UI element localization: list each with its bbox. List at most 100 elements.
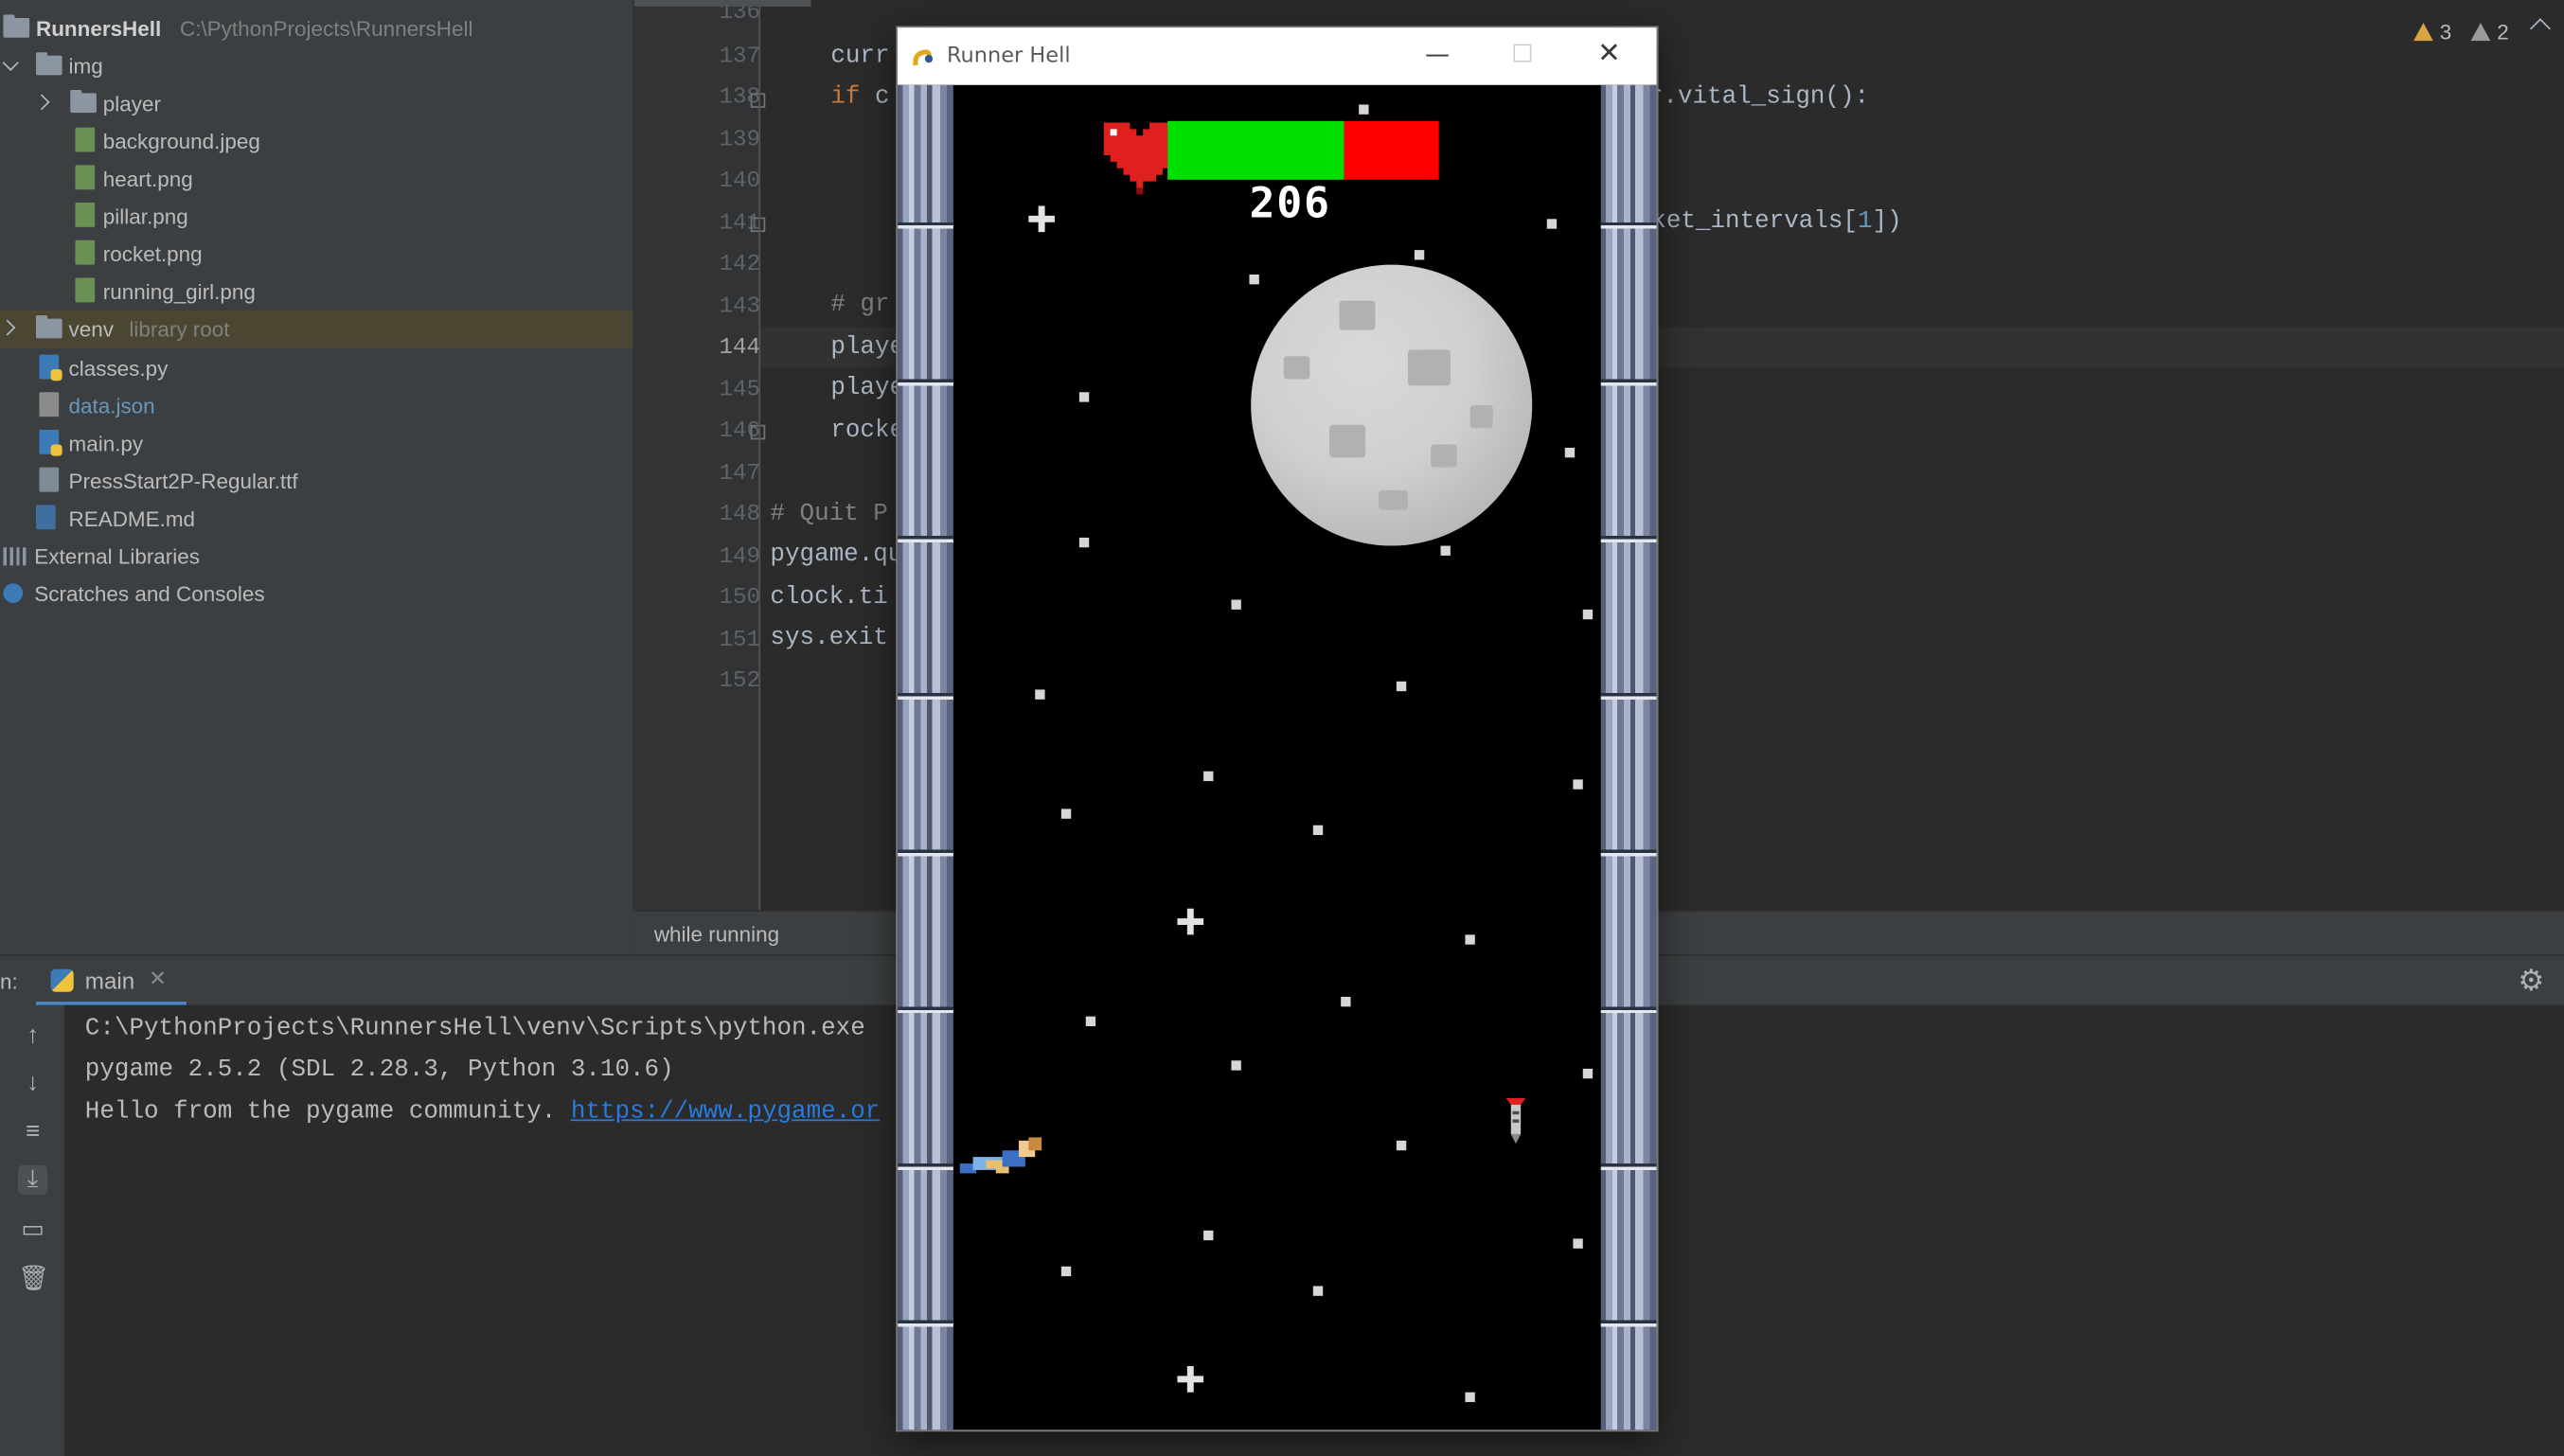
line-number: 139 — [719, 127, 761, 154]
star — [1341, 996, 1351, 1007]
moon-crater — [1283, 356, 1310, 380]
tree-item-classes[interactable]: classes.py — [0, 349, 632, 387]
tree-item-heart[interactable]: heart.png — [0, 160, 632, 198]
trash-icon[interactable]: 🗑 — [18, 1265, 49, 1294]
tree-item-label: README.md — [68, 506, 196, 531]
warnings-indicator[interactable]: 3 — [2413, 20, 2451, 44]
python-file-icon — [39, 429, 62, 456]
console-line: pygame 2.5.2 (SDL 2.28.3, Python 3.10.6) — [84, 1056, 674, 1084]
weak-warning-icon — [2470, 23, 2491, 42]
markdown-file-icon — [35, 505, 56, 530]
tree-item-main[interactable]: main.py — [0, 425, 632, 463]
tree-item-label: data.json — [68, 394, 155, 418]
gear-icon[interactable]: ⚙ — [2518, 964, 2544, 998]
star — [1203, 771, 1214, 782]
tree-item-running-girl[interactable]: running_girl.png — [0, 273, 632, 311]
json-file-icon — [39, 392, 60, 417]
star — [1085, 1016, 1096, 1027]
tree-item-label: main.py — [68, 431, 144, 456]
weak-warnings-indicator[interactable]: 2 — [2470, 19, 2509, 44]
star — [1546, 219, 1558, 229]
chevron-right-icon[interactable] — [0, 319, 16, 336]
game-window[interactable]: Runner Hell — ☐ ✕ 206 — [896, 26, 1659, 1432]
tree-item-readme[interactable]: README.md — [0, 500, 632, 538]
star — [1359, 104, 1369, 115]
tree-item-scratches[interactable]: Scratches and Consoles — [0, 576, 632, 613]
moon-crater — [1431, 444, 1457, 468]
code-line-148: # Quit P — [770, 500, 888, 528]
tree-item-venv[interactable]: venv library root — [0, 310, 633, 348]
star — [1582, 609, 1594, 620]
tree-item-img[interactable]: img — [0, 47, 632, 85]
image-file-icon — [75, 165, 96, 190]
code-line-145: playe — [830, 374, 905, 402]
close-tab-icon[interactable]: ✕ — [149, 966, 167, 992]
arrow-down-icon[interactable]: ↓ — [18, 1069, 47, 1098]
moon — [1251, 264, 1533, 546]
star — [1573, 779, 1583, 790]
tree-item-rocket[interactable]: rocket.png — [0, 236, 632, 274]
line-number: 152 — [719, 667, 761, 695]
chevron-right-icon[interactable] — [33, 94, 50, 111]
code-line-137: curr — [830, 42, 890, 71]
maximize-button[interactable]: ☐ — [1485, 27, 1559, 80]
breadcrumb-item[interactable]: while running — [654, 922, 779, 947]
tree-item-label: background.jpeg — [102, 129, 260, 154]
line-number: 141 — [719, 210, 761, 238]
console-line: C:\PythonProjects\RunnersHell\venv\Scrip… — [84, 1014, 865, 1043]
code-line-138: if c — [830, 83, 889, 111]
code-number: 1 — [1857, 207, 1873, 236]
star — [1249, 274, 1259, 285]
tree-item-label: heart.png — [102, 167, 193, 191]
star — [1564, 447, 1576, 458]
chevron-down-icon[interactable] — [2, 54, 19, 72]
tree-item-label: PressStart2P-Regular.ttf — [68, 469, 298, 494]
star — [1396, 681, 1407, 692]
warning-count: 3 — [2439, 19, 2452, 44]
code-text: c — [860, 83, 890, 112]
tree-item-data-json[interactable]: data.json — [0, 387, 632, 425]
run-panel-toolbar: ↑ ↓ ≡ ⤓ ▭ 🗑 — [0, 1004, 66, 1456]
print-icon[interactable]: ▭ — [18, 1216, 47, 1245]
close-button[interactable]: ✕ — [1572, 27, 1647, 80]
tab-main[interactable]: main ✕ — [35, 956, 187, 1007]
image-file-icon — [75, 240, 96, 265]
star — [1465, 934, 1475, 945]
folder-icon — [35, 52, 62, 76]
tree-root[interactable]: RunnersHell C:\PythonProjects\RunnersHel… — [0, 9, 632, 47]
image-file-icon — [75, 127, 96, 152]
minimize-button[interactable]: — — [1399, 27, 1474, 80]
arrow-up-icon[interactable]: ↑ — [18, 1021, 47, 1051]
window-titlebar[interactable]: Runner Hell — ☐ ✕ — [898, 27, 1657, 85]
console-link[interactable]: https://www.pygame.or — [571, 1098, 880, 1126]
tree-item-background[interactable]: background.jpeg — [0, 122, 632, 160]
tab-label: main — [84, 967, 135, 994]
line-number-current: 144 — [719, 334, 761, 362]
tree-item-external-libraries[interactable]: External Libraries — [0, 538, 632, 576]
moon-crater — [1407, 349, 1451, 386]
rocket-icon — [1505, 1097, 1526, 1145]
scroll-to-end-icon[interactable]: ⤓ — [17, 1164, 48, 1195]
pygame-snake-icon — [913, 49, 934, 66]
tree-item-label: player — [102, 91, 161, 116]
star — [1078, 537, 1090, 548]
soft-wrap-icon[interactable]: ≡ — [18, 1118, 47, 1147]
sparkle-star — [1177, 1366, 1204, 1393]
tree-item-pillar[interactable]: pillar.png — [0, 198, 632, 236]
python-icon — [50, 968, 74, 992]
weak-warning-count: 2 — [2497, 19, 2509, 44]
scratches-icon — [3, 583, 24, 603]
star — [1396, 1140, 1407, 1151]
health-bar — [1167, 120, 1439, 180]
line-number: 143 — [719, 293, 761, 321]
console-line: Hello from the pygame community. https:/… — [85, 1098, 881, 1126]
python-file-icon — [39, 354, 62, 382]
star — [1465, 1392, 1475, 1403]
sparkle-star — [1028, 205, 1055, 233]
star — [1312, 1286, 1324, 1296]
horizontal-scrollbar[interactable] — [634, 0, 811, 7]
tree-item-player[interactable]: player — [0, 85, 632, 123]
tree-item-font[interactable]: PressStart2P-Regular.ttf — [0, 463, 632, 501]
line-number: 146 — [719, 417, 761, 445]
game-canvas[interactable]: 206 — [898, 84, 1657, 1430]
